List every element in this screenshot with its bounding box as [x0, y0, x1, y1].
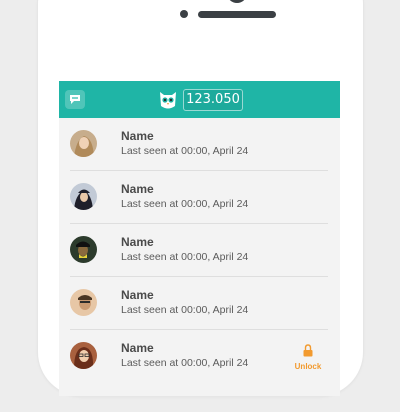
avatar — [70, 130, 97, 157]
contact-name: Name — [121, 288, 154, 302]
list-item[interactable]: Name Last seen at 00:00, April 24 — [70, 171, 328, 224]
last-seen: Last seen at 00:00, April 24 — [121, 198, 249, 210]
list-item[interactable]: Name Last seen at 00:00, April 24 — [70, 224, 328, 277]
last-seen: Last seen at 00:00, April 24 — [121, 251, 249, 263]
avatar — [70, 289, 97, 316]
unlock-button[interactable]: Unlock — [291, 342, 325, 371]
speaker-grille — [198, 11, 276, 18]
camera-icon — [227, 0, 247, 3]
list-item[interactable]: Name Last seen at 00:00, April 24 — [70, 277, 328, 330]
contact-list: Name Last seen at 00:00, April 24 Name L… — [59, 118, 340, 382]
avatar — [70, 183, 97, 210]
coin-balance[interactable]: 123.050 — [183, 89, 243, 111]
top-bar: 123.050 — [59, 81, 340, 118]
contact-name: Name — [121, 235, 154, 249]
contact-name: Name — [121, 129, 154, 143]
avatar — [70, 342, 97, 369]
app-screen: 123.050 Name Last seen at 00:00, April 2… — [59, 81, 340, 396]
contact-name: Name — [121, 182, 154, 196]
last-seen: Last seen at 00:00, April 24 — [121, 357, 249, 369]
last-seen: Last seen at 00:00, April 24 — [121, 145, 249, 157]
owl-mascot-icon[interactable] — [157, 89, 179, 111]
avatar — [70, 236, 97, 263]
unlock-label: Unlock — [294, 362, 322, 371]
contact-name: Name — [121, 341, 154, 355]
sensor-dot — [180, 10, 188, 18]
chat-button[interactable] — [65, 90, 85, 109]
padlock-icon — [303, 344, 313, 357]
list-item[interactable]: Name Last seen at 00:00, April 24 — [70, 118, 328, 171]
chat-bubble-icon — [70, 95, 80, 104]
last-seen: Last seen at 00:00, April 24 — [121, 304, 249, 316]
list-item[interactable]: Name Last seen at 00:00, April 24 Unlock — [70, 330, 328, 382]
